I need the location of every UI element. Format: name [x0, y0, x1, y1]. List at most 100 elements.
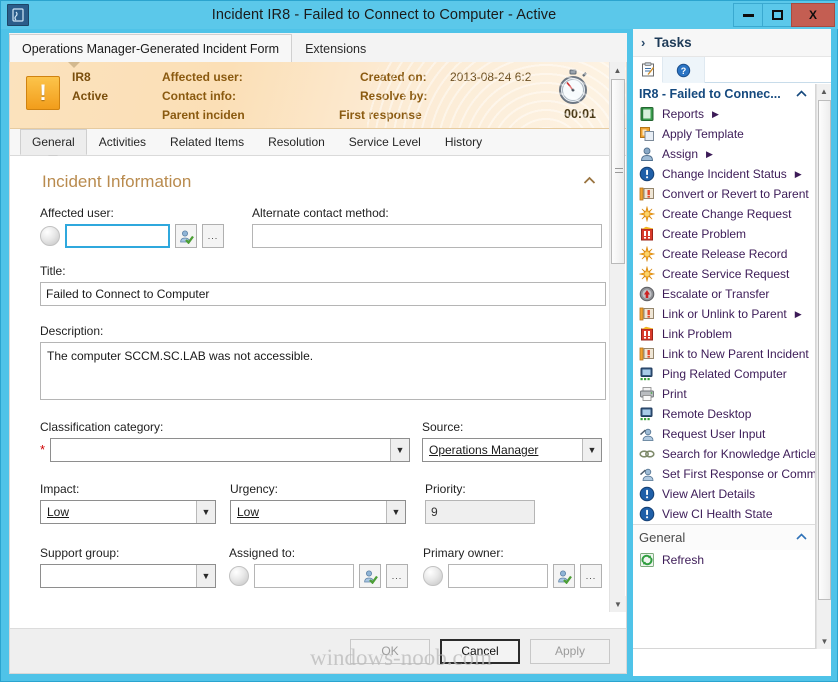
task-label: Create Release Record	[662, 247, 788, 261]
escalate-arrow-icon	[639, 286, 655, 302]
primary-owner-browse-button[interactable]: ...	[580, 564, 602, 588]
task-ping-related-computer[interactable]: Ping Related Computer	[633, 364, 815, 384]
tab-general[interactable]: General	[20, 129, 87, 155]
starburst-icon	[638, 265, 656, 283]
task-label: Apply Template	[662, 127, 744, 141]
primary-owner-picker-button[interactable]	[553, 564, 575, 588]
tab-service-level[interactable]: Service Level	[337, 129, 433, 155]
task-view-ci-health-state[interactable]: View CI Health State	[633, 504, 815, 524]
section-title: Incident Information	[42, 172, 192, 191]
chevron-down-icon[interactable]: ▼	[196, 565, 215, 587]
task-link-or-unlink-to-parent[interactable]: Link or Unlink to Parent ▶	[633, 304, 815, 324]
tab-operations-manager-form[interactable]: Operations Manager-Generated Incident Fo…	[9, 34, 293, 63]
task-reports[interactable]: Reports ▶	[633, 104, 815, 124]
assigned-to-input[interactable]	[254, 564, 355, 588]
form-scroll-thumb[interactable]	[611, 79, 625, 264]
task-set-first-response-or-comment[interactable]: Set First Response or Commer	[633, 464, 815, 484]
printer-icon	[639, 386, 655, 402]
task-link-problem[interactable]: Link Problem	[633, 324, 815, 344]
window-title: Incident IR8 - Failed to Connect to Comp…	[211, 7, 557, 23]
primary-owner-input[interactable]	[448, 564, 548, 588]
incident-banner: ! IR8 Active Affected user: Contact info…	[10, 62, 626, 129]
close-button[interactable]: X	[791, 3, 835, 27]
task-remote-desktop[interactable]: Remote Desktop	[633, 404, 815, 424]
task-print[interactable]: Print	[633, 384, 815, 404]
affected-user-browse-button[interactable]: ...	[202, 224, 224, 248]
chevron-down-icon[interactable]: ▼	[196, 501, 215, 523]
tasks-pane-scrollbar[interactable]: ▲ ▼	[816, 84, 831, 649]
assigned-to-avatar	[229, 566, 250, 586]
dialog-button-bar: OK Cancel Apply	[10, 628, 626, 673]
task-create-problem[interactable]: Create Problem	[633, 224, 815, 244]
form-tabstrip: Operations Manager-Generated Incident Fo…	[9, 33, 627, 63]
group-collapse-icon[interactable]	[796, 89, 807, 100]
task-assign[interactable]: Assign ▶	[633, 144, 815, 164]
banner-label-affected-user: Affected user:	[162, 70, 243, 84]
tab-history[interactable]: History	[433, 129, 494, 155]
task-create-service-request[interactable]: Create Service Request	[633, 264, 815, 284]
chevron-down-icon[interactable]: ▼	[386, 501, 405, 523]
description-textarea[interactable]: The computer SCCM.SC.LAB was not accessi…	[40, 342, 606, 400]
tasks-group-general-header[interactable]: General	[633, 524, 815, 550]
expand-chevron-icon[interactable]: ›	[641, 35, 645, 50]
task-create-change-request[interactable]: Create Change Request	[633, 204, 815, 224]
incident-status-icon	[639, 486, 655, 502]
section-collapse-icon[interactable]	[583, 176, 596, 188]
task-label: Reports	[662, 107, 705, 121]
task-escalate-or-transfer[interactable]: Escalate or Transfer	[633, 284, 815, 304]
form-vertical-scrollbar[interactable]: ▲ ▼	[609, 62, 626, 612]
source-combobox[interactable]: Operations Manager ▼	[422, 438, 602, 462]
scroll-down-arrow-icon[interactable]: ▼	[610, 596, 626, 612]
group-collapse-icon[interactable]	[796, 532, 807, 543]
task-apply-template[interactable]: Apply Template	[633, 124, 815, 144]
cancel-button[interactable]: Cancel	[440, 638, 520, 664]
first-response-timer: 00:01	[564, 107, 596, 121]
task-convert-or-revert-to-parent[interactable]: Convert or Revert to Parent	[633, 184, 815, 204]
impact-combobox[interactable]: Low ▼	[40, 500, 216, 524]
task-refresh[interactable]: Refresh	[633, 550, 815, 570]
task-label: Create Change Request	[662, 207, 792, 221]
title-input[interactable]	[40, 282, 606, 306]
assigned-to-picker-button[interactable]	[359, 564, 382, 588]
affected-user-input[interactable]	[65, 224, 170, 248]
ok-button[interactable]: OK	[350, 638, 430, 664]
submenu-arrow-icon: ▶	[712, 108, 719, 119]
scroll-up-arrow-icon[interactable]: ▲	[817, 84, 831, 99]
service-manager-icon	[7, 4, 29, 26]
tab-related-items[interactable]: Related Items	[158, 129, 256, 155]
incident-tabs: General Activities Related Items Resolut…	[10, 129, 626, 161]
alternate-contact-method-input[interactable]	[252, 224, 602, 248]
help-info-icon[interactable]: ?	[663, 57, 705, 83]
scroll-up-arrow-icon[interactable]: ▲	[610, 62, 625, 78]
maximize-button[interactable]	[762, 3, 792, 27]
computer-network-icon	[639, 406, 655, 422]
tasks-scroll-thumb[interactable]	[818, 100, 831, 600]
classification-category-combobox[interactable]: ▼	[50, 438, 410, 462]
window-controls: X	[733, 3, 835, 27]
task-search-for-knowledge-articles[interactable]: Search for Knowledge Articles	[633, 444, 815, 464]
tab-activities[interactable]: Activities	[87, 129, 158, 155]
incident-status-icon	[639, 506, 655, 522]
chevron-down-icon[interactable]: ▼	[582, 439, 601, 461]
task-request-user-input[interactable]: Request User Input	[633, 424, 815, 444]
task-change-incident-status[interactable]: Change Incident Status ▶	[633, 164, 815, 184]
tasks-pane-header: › Tasks	[633, 29, 831, 57]
task-link-to-new-parent-incident[interactable]: Link to New Parent Incident	[633, 344, 815, 364]
affected-user-picker-button[interactable]	[175, 224, 197, 248]
clipboard-tasks-icon[interactable]	[633, 57, 663, 83]
incident-window: Incident IR8 - Failed to Connect to Comp…	[0, 0, 838, 682]
minimize-button[interactable]	[733, 3, 763, 27]
assigned-to-browse-button[interactable]: ...	[386, 564, 409, 588]
support-group-combobox[interactable]: ▼	[40, 564, 216, 588]
tab-extensions[interactable]: Extensions	[292, 34, 379, 63]
scroll-down-arrow-icon[interactable]: ▼	[817, 634, 832, 649]
urgency-combobox[interactable]: Low ▼	[230, 500, 406, 524]
apply-button-label: Apply	[554, 644, 586, 658]
task-label: Ping Related Computer	[662, 367, 787, 381]
task-create-release-record[interactable]: Create Release Record	[633, 244, 815, 264]
tab-resolution[interactable]: Resolution	[256, 129, 337, 155]
tasks-group-incident-header[interactable]: IR8 - Failed to Connec...	[633, 84, 815, 104]
apply-button[interactable]: Apply	[530, 638, 610, 664]
chevron-down-icon[interactable]: ▼	[390, 439, 409, 461]
task-view-alert-details[interactable]: View Alert Details	[633, 484, 815, 504]
